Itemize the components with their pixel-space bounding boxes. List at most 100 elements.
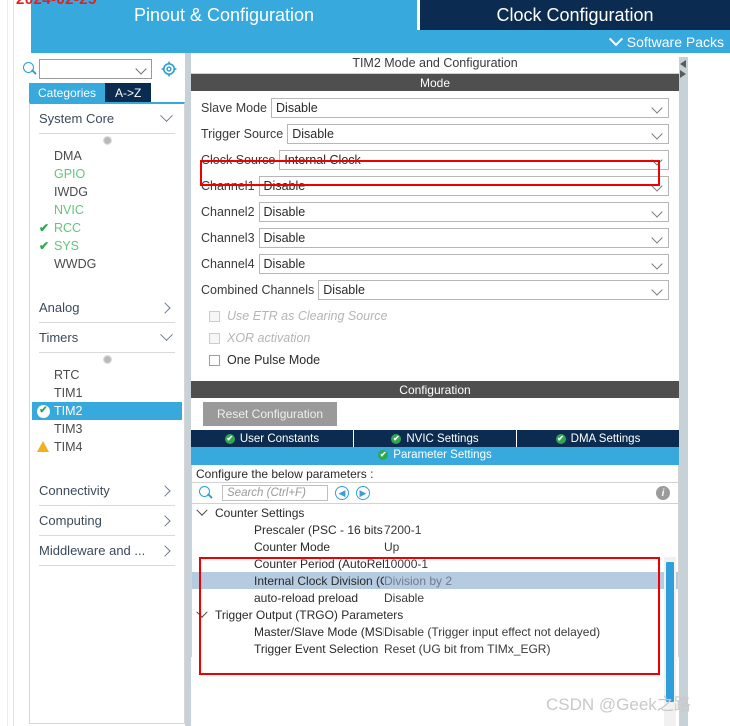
chevron-right-circle-icon[interactable]: ▶ [356,486,370,500]
channel2-select[interactable]: Disable [258,202,669,222]
param-section-counter-settings[interactable]: Counter Settings [192,504,678,521]
channel1-select[interactable]: Disable [258,176,669,196]
param-row-auto-reload-preload[interactable]: auto-reload preload Disable [192,589,678,606]
check-circle-icon: ✔ [378,450,389,460]
configuration-section-header: Configuration [191,381,679,398]
field-value: Disable [263,257,306,271]
channel4-select[interactable]: Disable [258,254,669,274]
sidebar-group-computing[interactable]: Computing [39,506,175,536]
param-row-trigger-event-selection[interactable]: Trigger Event Selection Reset (UG bit fr… [192,640,678,657]
chevron-down-icon [651,284,663,296]
sidebar-item-label: SYS [54,239,80,253]
chevron-right-icon [159,484,171,497]
sidebar-item-rtc[interactable]: RTC [30,366,184,384]
field-channel3: Channel3 Disable [201,227,669,249]
tab-user-constants[interactable]: ✔ User Constants [191,430,354,447]
field-value: Disable [323,283,365,297]
field-value: Internal Clock [284,153,361,167]
tab-nvic-settings[interactable]: ✔ NVIC Settings [354,430,517,447]
sidebar-group-analog[interactable]: Analog [39,293,175,323]
panel-collapse-handle[interactable] [679,57,688,726]
param-section-label: Trigger Output (TRGO) Parameters [215,607,404,622]
sidebar-tab-categories[interactable]: Categories [29,83,106,102]
field-label: Combined Channels [201,283,315,297]
info-icon[interactable]: i [656,486,670,500]
sidebar-group-label: Timers [39,330,79,345]
sidebar-item-tim2[interactable]: ✔ TIM2 [32,402,182,420]
field-slave-mode: Slave Mode Disable [201,97,669,119]
sidebar-item-tim4[interactable]: TIM4 [30,438,184,456]
sidebar-item-label: IWDG [54,185,89,199]
param-name: auto-reload preload [254,590,359,605]
sidebar-item-dma[interactable]: DMA [30,147,184,165]
param-section-trgo-parameters[interactable]: Trigger Output (TRGO) Parameters [192,606,678,623]
sidebar-tab-a-to-z[interactable]: A->Z [105,83,152,102]
sidebar-item-gpio[interactable]: GPIO [30,165,184,183]
sidebar-item-rcc[interactable]: ✔ RCC [30,219,184,237]
sidebar-scroll-nub-timers[interactable] [30,353,184,366]
check-circle-icon: ✔ [37,404,50,418]
checkbox-one-pulse-mode[interactable]: One Pulse Mode [201,349,669,371]
sidebar-search-input[interactable] [39,59,152,79]
param-name: Trigger Event Selection [254,641,379,656]
chevron-left-icon [680,60,686,68]
param-value: 10000-1 [384,556,429,571]
sidebar-group-connectivity[interactable]: Connectivity [39,476,175,506]
chevron-down-icon [160,328,173,342]
field-clock-source: Clock Source Internal Clock [201,149,669,171]
combined-channels-select[interactable]: Disable [318,280,669,300]
sidebar-item-sys[interactable]: ✔ SYS [30,237,184,255]
software-packs-button[interactable]: Software Packs [608,30,724,53]
check-circle-icon: ✔ [555,433,566,444]
param-value: Up [384,539,400,554]
sidebar-group-middleware[interactable]: Middleware and ... [39,536,175,566]
sidebar-item-tim1[interactable]: TIM1 [30,384,184,402]
sidebar-item-nvic[interactable]: NVIC [30,201,184,219]
tab-dma-settings[interactable]: ✔ DMA Settings [517,430,679,447]
sidebar-scroll-nub-top[interactable] [30,134,184,147]
checkbox-label: One Pulse Mode [227,353,321,367]
slave-mode-select[interactable]: Disable [271,98,669,118]
param-row-master-slave-mode[interactable]: Master/Slave Mode (MSM bit) Disable (Tri… [192,623,678,640]
sidebar-item-tim3[interactable]: TIM3 [30,420,184,438]
sidebar-item-label: DMA [54,149,82,163]
param-row-counter-period[interactable]: Counter Period (AutoReload R... 10000-1 [192,555,678,572]
field-label: Channel2 [201,205,255,219]
gear-icon[interactable] [161,61,177,77]
sidebar-item-iwdg[interactable]: IWDG [30,183,184,201]
sidebar-group-timers[interactable]: Timers [39,323,175,353]
check-circle-icon: ✔ [224,433,235,444]
sidebar-item-label: RTC [54,368,80,382]
parameter-list: Counter Settings Prescaler (PSC - 16 bit… [191,504,679,657]
checkbox-label: Use ETR as Clearing Source [227,309,388,323]
sidebar-item-wwdg[interactable]: WWDG [30,255,184,273]
clock-source-select[interactable]: Internal Clock [279,150,669,170]
chevron-down-icon [651,102,663,114]
sidebar-group-system-core[interactable]: System Core [39,104,175,134]
parameter-search-input[interactable]: Search (Ctrl+F) [222,485,328,501]
checkbox-xor-activation[interactable]: XOR activation [201,327,669,349]
field-label: Channel1 [201,179,255,193]
checkbox-use-etr-as-clearing-source[interactable]: Use ETR as Clearing Source [201,305,669,327]
chevron-left-circle-icon[interactable]: ◀ [335,486,349,500]
tab-label: Parameter Settings [393,449,492,461]
reset-configuration-button[interactable]: Reset Configuration [203,402,338,426]
field-label: Clock Source [201,153,276,167]
checkbox-icon [209,310,220,322]
sidebar-item-label: RCC [54,221,82,235]
tab-parameter-settings[interactable]: ✔ Parameter Settings [191,447,679,463]
channel3-select[interactable]: Disable [258,228,669,248]
param-row-internal-clock-division[interactable]: Internal Clock Division (CKD) Division b… [192,572,678,589]
tab-label: NVIC Settings [406,432,479,445]
param-row-prescaler[interactable]: Prescaler (PSC - 16 bits value) 7200-1 [192,521,678,538]
sidebar-group-label: System Core [39,111,115,126]
parameter-scrollbar-thumb[interactable] [666,562,674,702]
param-value: Disable [384,590,425,605]
search-icon [21,59,39,79]
trigger-source-select[interactable]: Disable [287,124,669,144]
chevron-down-icon [196,504,208,516]
field-label: Trigger Source [201,127,284,141]
tab-clock-configuration[interactable]: Clock Configuration [417,0,730,30]
param-row-counter-mode[interactable]: Counter Mode Up [192,538,678,555]
